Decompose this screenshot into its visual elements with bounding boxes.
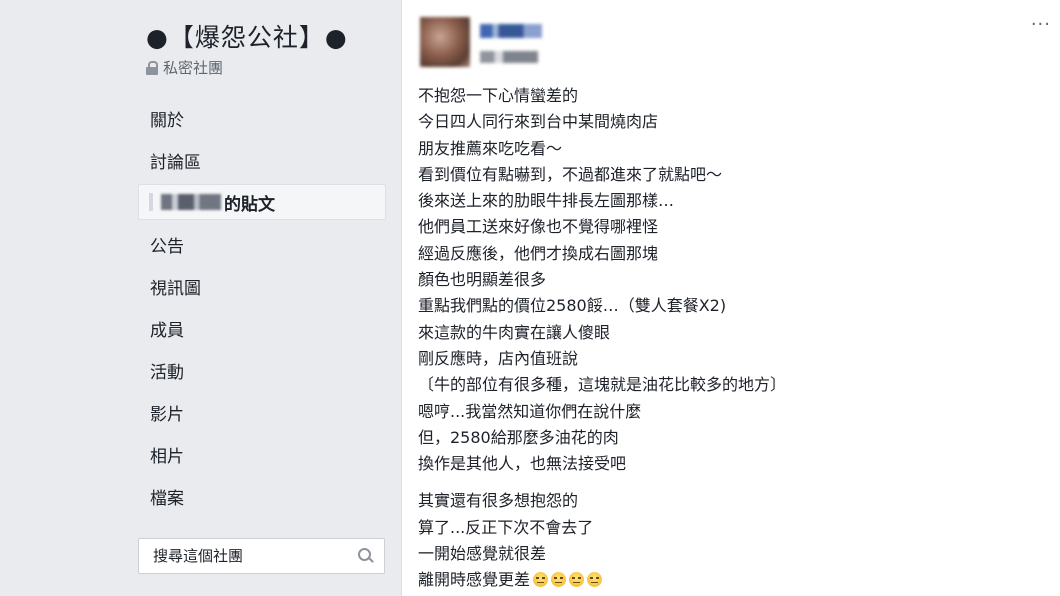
post-line: 嗯哼...我當然知道你們在說什麼: [418, 401, 642, 421]
group-search: [138, 538, 385, 574]
nav-label: 相片: [150, 446, 184, 467]
paragraph-break: [418, 477, 1048, 488]
group-title[interactable]: ●【爆怨公社】●: [146, 18, 348, 54]
post-line: 但，2580給那麼多油花的肉: [418, 427, 619, 447]
post-line: 剛反應時，店內值班說: [418, 348, 579, 368]
expressionless-face-icon: [569, 572, 585, 588]
post-line: 其實還有很多想抱怨的: [418, 491, 579, 511]
post-line: 不抱怨一下心情蠻差的: [418, 86, 579, 105]
post-line: 看到價位有點嚇到，不過都進來了就點吧～: [418, 164, 723, 184]
nav-item-photos[interactable]: 相片: [138, 436, 386, 472]
search-icon[interactable]: [358, 548, 374, 564]
post-line: 後來送上來的肋眼牛排長左圖那樣…: [418, 191, 675, 211]
post-line: 顏色也明顯差很多: [418, 270, 547, 290]
search-input[interactable]: [151, 546, 335, 566]
blurred-author-name[interactable]: [480, 24, 542, 38]
nav-item-member-posts[interactable]: 的貼文: [138, 184, 386, 220]
post-text: 不抱怨一下心情蠻差的 今日四人同行來到台中某間燒肉店 朋友推薦來吃吃看～ 看到價…: [418, 83, 1048, 594]
nav-label: 成員: [150, 320, 184, 341]
post-line: 重點我們點的價位2580餒…（雙人套餐X2): [418, 296, 727, 316]
active-indicator: [149, 193, 153, 211]
group-nav: 關於 討論區 的貼文 公告 視訊圖 成員 活動 影片 相片 檔案: [138, 100, 386, 520]
nav-item-events[interactable]: 活動: [138, 352, 386, 388]
nav-label: 檔案: [150, 488, 184, 509]
post-card: ··· 不抱怨一下心情蠻差的 今日四人同行來到台中某間燒肉店 朋友推薦來吃吃看～…: [401, 0, 1060, 596]
nav-label: 公告: [150, 236, 184, 257]
blurred-member-name: [161, 194, 221, 210]
blurred-timestamp[interactable]: [480, 51, 538, 63]
post-line: 他們員工送來好像也不覺得哪裡怪: [418, 217, 659, 237]
nav-item-video[interactable]: 視訊圖: [138, 268, 386, 304]
nav-label: 活動: [150, 362, 184, 383]
post-line: 換作是其他人，也無法接受吧: [418, 454, 627, 474]
nav-label: 影片: [150, 404, 184, 425]
expressionless-face-icon: [587, 572, 603, 588]
more-options-icon[interactable]: ···: [1031, 16, 1051, 34]
author-avatar[interactable]: [420, 17, 470, 67]
lock-icon: [146, 61, 158, 75]
group-privacy: 私密社團: [146, 57, 223, 78]
nav-label: 視訊圖: [150, 278, 201, 299]
nav-item-videos[interactable]: 影片: [138, 394, 386, 430]
post-line: 來這款的牛肉實在讓人傻眼: [418, 322, 611, 342]
post-line: 朋友推薦來吃吃看～: [418, 138, 563, 158]
nav-item-discussion[interactable]: 討論區: [138, 142, 386, 178]
nav-label: 討論區: [150, 152, 201, 173]
nav-label: 關於: [150, 110, 184, 131]
nav-item-files[interactable]: 檔案: [138, 478, 386, 514]
post-line: 算了...反正下次不會去了: [418, 517, 594, 537]
nav-item-announcements[interactable]: 公告: [138, 226, 386, 262]
post-line-text: 離開時感覺更差: [418, 570, 531, 590]
post-line-with-emoji: 離開時感覺更差: [418, 567, 1048, 593]
post-line: 一開始感覺就很差: [418, 544, 547, 564]
nav-label: 的貼文: [224, 194, 275, 215]
privacy-label: 私密社團: [163, 59, 224, 77]
nav-item-about[interactable]: 關於: [138, 100, 386, 136]
expressionless-face-icon: [551, 572, 567, 588]
nav-item-members[interactable]: 成員: [138, 310, 386, 346]
group-sidebar: ●【爆怨公社】● 私密社團 關於 討論區 的貼文 公告 視訊圖 成員 活動 影片…: [0, 0, 400, 596]
expressionless-face-icon: [533, 572, 549, 588]
post-line: 今日四人同行來到台中某間燒肉店: [418, 112, 659, 132]
post-line: 經過反應後，他們才換成右圖那塊: [418, 243, 659, 263]
post-line: 〔牛的部位有很多種，這塊就是油花比較多的地方〕: [418, 375, 787, 395]
